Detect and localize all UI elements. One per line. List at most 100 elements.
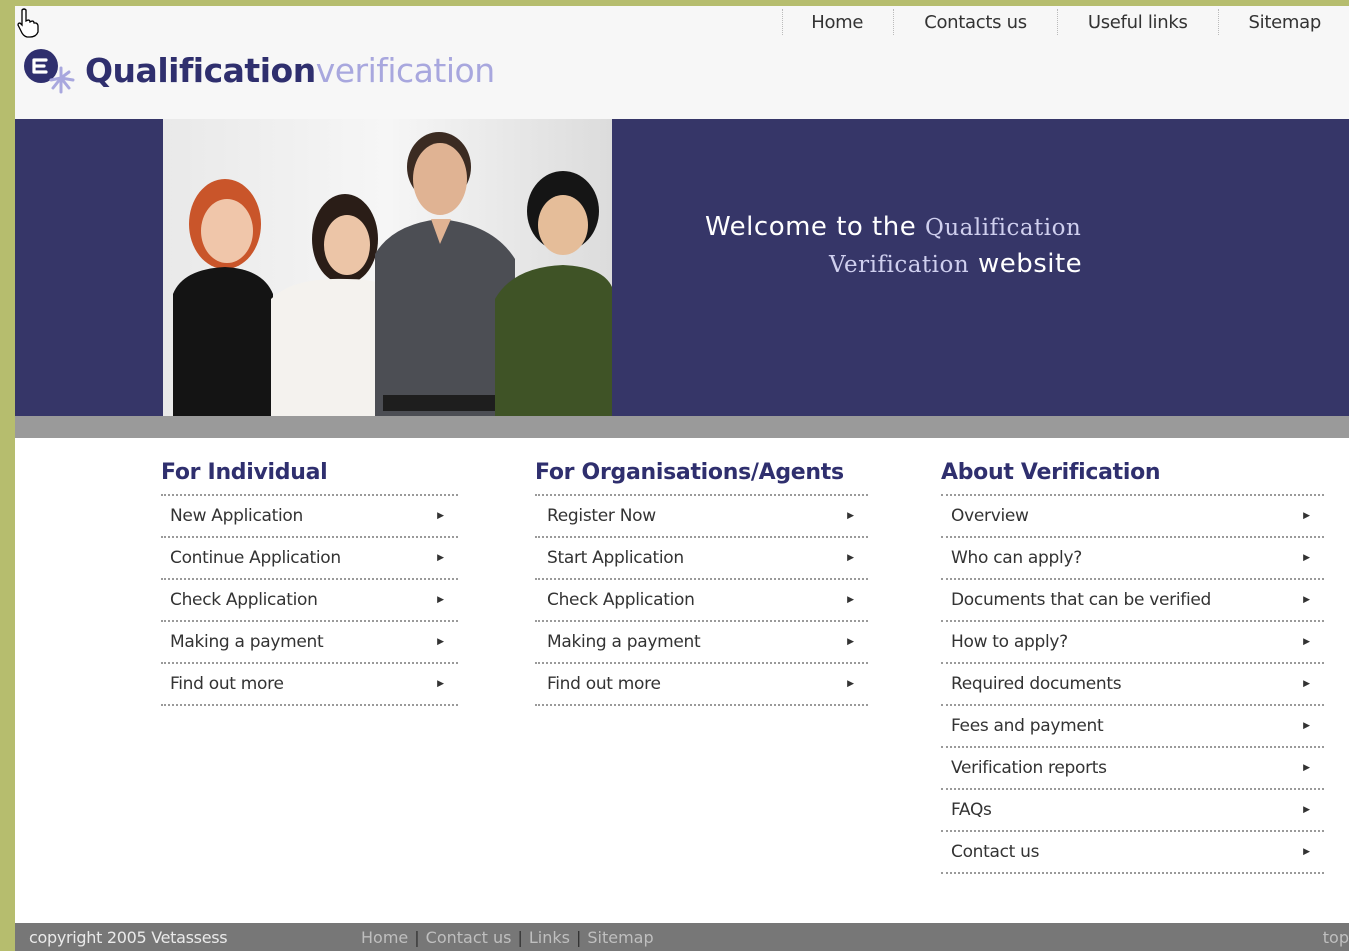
back-to-top-link[interactable]: top [1323, 928, 1349, 947]
menu-item-faqs[interactable]: FAQs ▶ [941, 790, 1324, 832]
individual-menu: New Application ▶ Continue Application ▶ C… [161, 494, 458, 706]
arrow-right-icon: ▶ [1303, 511, 1310, 521]
menu-item-label: Fees and payment [951, 716, 1104, 736]
logo-text: Qualificationverification [85, 51, 495, 90]
top-navigation: Home Contacts us Useful links Sitemap [782, 6, 1349, 38]
arrow-right-icon: ▶ [1303, 637, 1310, 647]
welcome-message: Welcome to the Qualification Verificatio… [705, 209, 1082, 283]
footer-sitemap-link[interactable]: Sitemap [587, 928, 653, 947]
menu-item-who-can-apply[interactable]: Who can apply? ▶ [941, 538, 1324, 580]
menu-item-making-payment[interactable]: Making a payment ▶ [535, 622, 868, 664]
left-frame-strip [0, 0, 15, 951]
arrow-right-icon: ▶ [1303, 553, 1310, 563]
nav-sitemap-link[interactable]: Sitemap [1249, 12, 1322, 33]
footer-links: Home | Contact us | Links | Sitemap [361, 928, 654, 947]
page: Qualificationverification Home Contacts … [15, 6, 1349, 951]
menu-item-overview[interactable]: Overview ▶ [941, 496, 1324, 538]
header: Qualificationverification Home Contacts … [15, 6, 1349, 119]
arrow-right-icon: ▶ [437, 553, 444, 563]
menu-item-label: Documents that can be verified [951, 590, 1212, 610]
arrow-right-icon: ▶ [437, 595, 444, 605]
copyright-text: copyright 2005 Vetassess [29, 927, 228, 947]
team-photo [163, 119, 612, 416]
menu-item-label: Required documents [951, 674, 1122, 694]
footer-separator: | [517, 927, 523, 947]
menu-item-label: Contact us [951, 842, 1040, 862]
arrow-right-icon: ▶ [847, 553, 854, 563]
arrow-right-icon: ▶ [437, 679, 444, 689]
footer-links-link[interactable]: Links [529, 928, 570, 947]
welcome-highlight: Verification [829, 252, 970, 278]
individual-column: For Individual New Application ▶ Continue… [161, 458, 458, 706]
arrow-right-icon: ▶ [847, 595, 854, 605]
menu-item-verification-reports[interactable]: Verification reports ▶ [941, 748, 1324, 790]
menu-item-label: Register Now [547, 506, 656, 526]
menu-item-label: Overview [951, 506, 1029, 526]
about-column: About Verification Overview ▶ Who can app… [941, 458, 1324, 874]
menu-item-label: Find out more [170, 674, 284, 694]
arrow-right-icon: ▶ [1303, 595, 1310, 605]
menu-item-fees-payment[interactable]: Fees and payment ▶ [941, 706, 1324, 748]
welcome-text: Welcome to the [705, 212, 917, 242]
menu-item-label: Making a payment [547, 632, 701, 652]
arrow-right-icon: ▶ [1303, 763, 1310, 773]
arrow-right-icon: ▶ [1303, 679, 1310, 689]
banner-divider-bar [15, 416, 1349, 438]
menu-item-documents-verified[interactable]: Documents that can be verified ▶ [941, 580, 1324, 622]
welcome-line-2: Verification website [705, 246, 1082, 283]
menu-item-check-application[interactable]: Check Application ▶ [161, 580, 458, 622]
menu-item-new-application[interactable]: New Application ▶ [161, 496, 458, 538]
menu-item-check-application[interactable]: Check Application ▶ [535, 580, 868, 622]
menu-item-required-documents[interactable]: Required documents ▶ [941, 664, 1324, 706]
arrow-right-icon: ▶ [847, 511, 854, 521]
nav-home-link[interactable]: Home [811, 12, 863, 33]
menu-item-how-to-apply[interactable]: How to apply? ▶ [941, 622, 1324, 664]
menu-item-find-out-more[interactable]: Find out more ▶ [535, 664, 868, 706]
menu-item-label: Start Application [547, 548, 684, 568]
logo-text-bold: Qualification [85, 50, 316, 90]
menu-item-label: How to apply? [951, 632, 1068, 652]
arrow-right-icon: ▶ [1303, 721, 1310, 731]
menu-item-label: Check Application [547, 590, 695, 610]
menu-item-label: FAQs [951, 800, 992, 820]
nav-useful-links-link[interactable]: Useful links [1088, 12, 1188, 33]
menu-item-label: Who can apply? [951, 548, 1082, 568]
column-heading: For Individual [161, 460, 328, 485]
menu-item-find-out-more[interactable]: Find out more ▶ [161, 664, 458, 706]
organisations-menu: Register Now ▶ Start Application ▶ Check A… [535, 494, 868, 706]
welcome-highlight: Qualification [925, 215, 1082, 241]
menu-item-label: New Application [170, 506, 303, 526]
arrow-right-icon: ▶ [437, 511, 444, 521]
footer-separator: | [414, 927, 420, 947]
arrow-right-icon: ▶ [437, 637, 444, 647]
hero-banner: Welcome to the Qualification Verificatio… [15, 119, 1349, 416]
arrow-right-icon: ▶ [847, 637, 854, 647]
menu-item-start-application[interactable]: Start Application ▶ [535, 538, 868, 580]
column-heading: About Verification [941, 460, 1161, 485]
menu-item-register-now[interactable]: Register Now ▶ [535, 496, 868, 538]
organisations-column: For Organisations/Agents Register Now ▶ S… [535, 458, 868, 706]
arrow-right-icon: ▶ [1303, 847, 1310, 857]
welcome-line-1: Welcome to the Qualification [705, 209, 1082, 246]
arrow-right-icon: ▶ [1303, 805, 1310, 815]
footer-contact-link[interactable]: Contact us [426, 928, 512, 947]
menu-item-label: Continue Application [170, 548, 341, 568]
nav-separator [1056, 9, 1058, 35]
column-heading: For Organisations/Agents [535, 460, 844, 485]
footer: copyright 2005 Vetassess Home | Contact … [15, 923, 1349, 951]
nav-contacts-link[interactable]: Contacts us [924, 12, 1027, 33]
logo[interactable]: Qualificationverification [17, 40, 495, 100]
welcome-text: website [977, 249, 1083, 279]
nav-separator [782, 9, 784, 35]
menu-item-contact-us[interactable]: Contact us ▶ [941, 832, 1324, 874]
logo-icon [24, 49, 75, 94]
menu-item-label: Verification reports [951, 758, 1107, 778]
arrow-right-icon: ▶ [847, 679, 854, 689]
nav-separator [1217, 9, 1219, 35]
menu-item-continue-application[interactable]: Continue Application ▶ [161, 538, 458, 580]
menu-item-label: Find out more [547, 674, 661, 694]
menu-item-making-payment[interactable]: Making a payment ▶ [161, 622, 458, 664]
menu-item-label: Making a payment [170, 632, 324, 652]
footer-home-link[interactable]: Home [361, 928, 408, 947]
nav-separator [893, 9, 895, 35]
